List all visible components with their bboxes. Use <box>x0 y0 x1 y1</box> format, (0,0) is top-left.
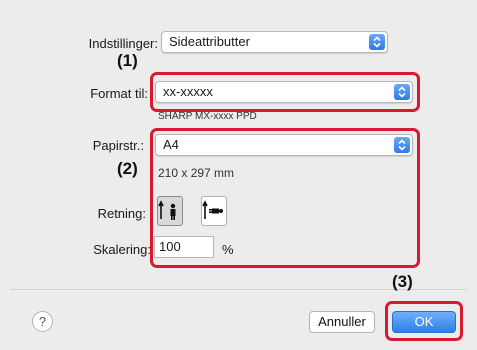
scale-label: Skalering: <box>93 242 151 257</box>
highlight-box-3 <box>385 301 463 341</box>
format-label: Format til: <box>90 86 148 101</box>
stepper-arrows-icon <box>369 34 385 50</box>
callout-3: (3) <box>392 272 413 291</box>
settings-label: Indstillinger: <box>88 36 158 51</box>
cancel-button[interactable]: Annuller <box>309 311 375 333</box>
paper-size-label: Papirstr.: <box>92 138 144 153</box>
settings-popup[interactable]: Sideattributter <box>161 31 388 53</box>
highlight-box-2 <box>150 128 420 268</box>
callout-2: (2) <box>117 159 138 178</box>
orientation-label: Retning: <box>97 206 146 221</box>
highlight-box-1 <box>150 72 420 112</box>
help-button[interactable]: ? <box>32 311 53 332</box>
callout-1: (1) <box>117 51 138 70</box>
page-setup-dialog: Indstillinger: Sideattributter (1) Forma… <box>0 0 477 350</box>
settings-value: Sideattributter <box>169 34 250 49</box>
format-subtext: SHARP MX-xxxx PPD <box>158 111 257 122</box>
